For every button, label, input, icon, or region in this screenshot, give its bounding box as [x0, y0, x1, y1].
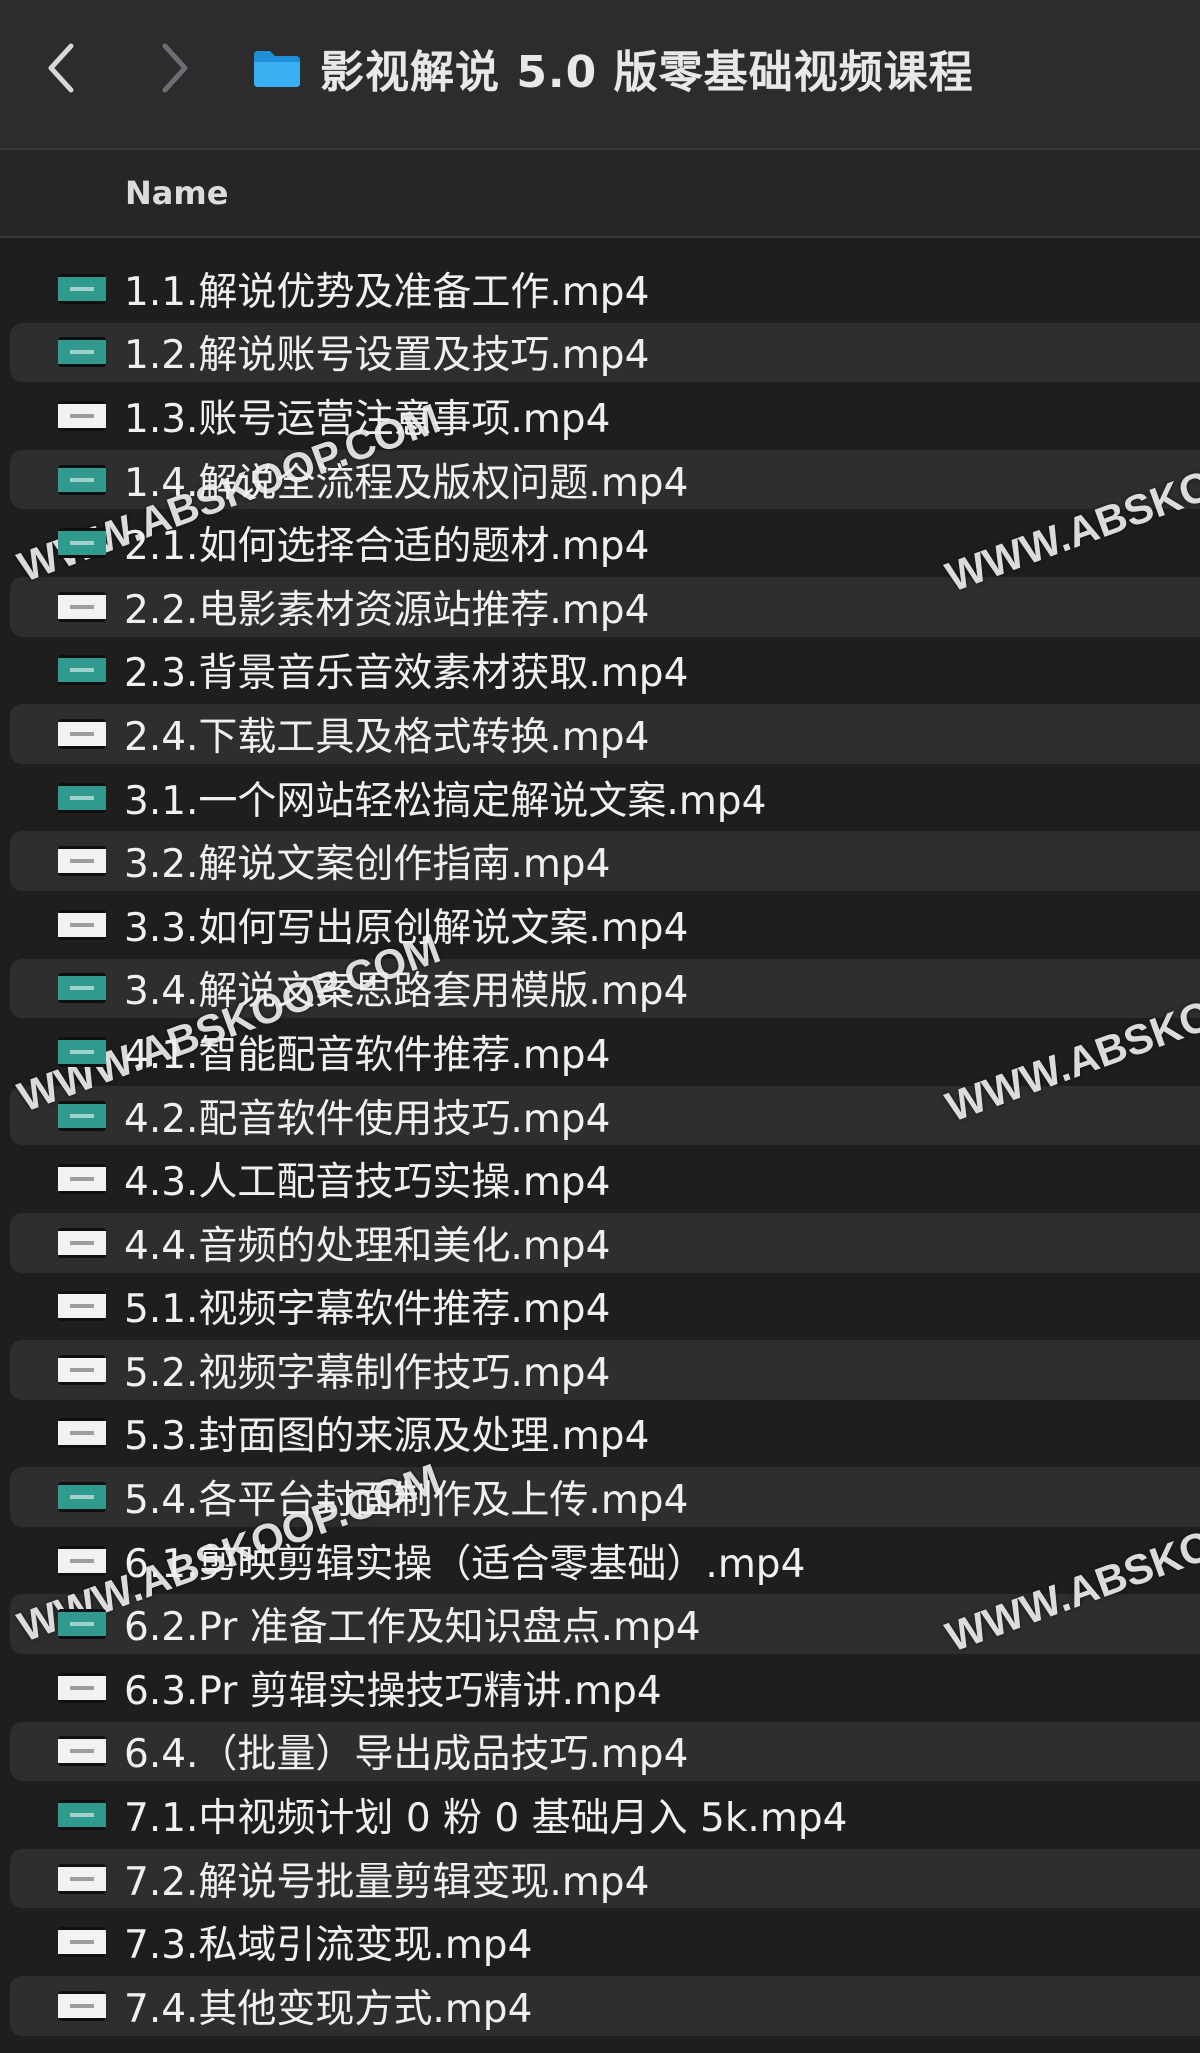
video-file-icon [58, 273, 106, 304]
file-row[interactable]: 3.2.解说文案创作指南.mp4 [0, 829, 1200, 893]
file-name: 1.3.账号运营注意事项.mp4 [124, 396, 611, 442]
file-name: 1.2.解说账号设置及技巧.mp4 [124, 333, 650, 379]
file-name: 5.2.视频字幕制作技巧.mp4 [124, 1350, 611, 1396]
file-name: 3.2.解说文案创作指南.mp4 [124, 842, 611, 888]
video-file-icon [58, 846, 106, 877]
file-row[interactable]: 6.1.剪映剪辑实操（适合零基础）.mp4 [0, 1529, 1200, 1593]
file-row[interactable]: 2.3.背景音乐音效素材获取.mp4 [0, 639, 1200, 703]
window-title: 影视解说 5.0 版零基础视频课程 [320, 47, 974, 98]
video-file-icon [58, 1990, 106, 2021]
file-row[interactable]: 7.2.解说号批量剪辑变现.mp4 [0, 1847, 1200, 1911]
video-file-icon [58, 528, 106, 559]
file-row[interactable]: 7.1.中视频计划 0 粉 0 基础月入 5k.mp4 [0, 1783, 1200, 1847]
file-row[interactable]: 5.1.视频字幕软件推荐.mp4 [0, 1275, 1200, 1339]
video-file-icon [58, 1609, 106, 1640]
file-name: 5.1.视频字幕软件推荐.mp4 [124, 1287, 611, 1333]
file-row[interactable]: 4.3.人工配音技巧实操.mp4 [0, 1147, 1200, 1211]
file-name: 7.4.其他变现方式.mp4 [124, 1986, 533, 2032]
file-name: 7.3.私域引流变现.mp4 [124, 1923, 533, 1969]
name-column-header[interactable]: Name [125, 150, 228, 236]
file-name: 4.2.配音软件使用技巧.mp4 [124, 1096, 611, 1142]
file-name: 2.1.如何选择合适的题材.mp4 [124, 524, 650, 570]
video-file-icon [58, 1418, 106, 1449]
file-name: 7.2.解说号批量剪辑变现.mp4 [124, 1859, 650, 1905]
file-row[interactable]: 6.3.Pr 剪辑实操技巧精讲.mp4 [0, 1656, 1200, 1720]
file-name: 5.3.封面图的来源及处理.mp4 [124, 1414, 650, 1460]
file-row[interactable]: 2.1.如何选择合适的题材.mp4 [0, 511, 1200, 575]
column-header: Name [0, 150, 1200, 238]
file-row[interactable]: 3.4.解说文案思路套用模版.mp4 [0, 957, 1200, 1021]
file-row[interactable]: 1.2.解说账号设置及技巧.mp4 [0, 321, 1200, 385]
window-toolbar: 影视解说 5.0 版零基础视频课程 [0, 0, 1200, 150]
file-row[interactable]: 6.4.（批量）导出成品技巧.mp4 [0, 1720, 1200, 1784]
chevron-right-icon [162, 43, 188, 93]
file-name: 3.1.一个网站轻松搞定解说文案.mp4 [124, 778, 767, 824]
file-row[interactable]: 4.4.音频的处理和美化.mp4 [0, 1211, 1200, 1275]
file-row[interactable]: 5.2.视频字幕制作技巧.mp4 [0, 1338, 1200, 1402]
video-file-icon [58, 909, 106, 940]
file-row[interactable]: 2.2.电影素材资源站推荐.mp4 [0, 575, 1200, 639]
back-button[interactable] [26, 28, 96, 108]
file-name: 1.1.解说优势及准备工作.mp4 [124, 269, 650, 315]
video-file-icon [58, 1736, 106, 1767]
file-name: 3.3.如何写出原创解说文案.mp4 [124, 905, 689, 951]
file-row[interactable]: 7.3.私域引流变现.mp4 [0, 1910, 1200, 1974]
file-row[interactable]: 2.4.下载工具及格式转换.mp4 [0, 702, 1200, 766]
file-row[interactable]: 4.1.智能配音软件推荐.mp4 [0, 1020, 1200, 1084]
forward-button[interactable] [140, 28, 210, 108]
file-name: 6.3.Pr 剪辑实操技巧精讲.mp4 [124, 1668, 662, 1714]
file-row[interactable]: 1.4.解说全流程及版权问题.mp4 [0, 448, 1200, 512]
file-name: 7.1.中视频计划 0 粉 0 基础月入 5k.mp4 [124, 1796, 848, 1842]
finder-window: 影视解说 5.0 版零基础视频课程 Name 1.1.解说优势及准备工作.mp4… [0, 0, 1200, 2053]
video-file-icon [58, 591, 106, 622]
video-file-icon [58, 973, 106, 1004]
video-file-icon [58, 1545, 106, 1576]
video-file-icon [58, 1927, 106, 1958]
video-file-icon [58, 464, 106, 495]
video-file-icon [58, 1800, 106, 1831]
file-name: 4.1.智能配音软件推荐.mp4 [124, 1032, 611, 1078]
file-row[interactable]: 4.2.配音软件使用技巧.mp4 [0, 1084, 1200, 1148]
file-list: 1.1.解说优势及准备工作.mp4 1.2.解说账号设置及技巧.mp4 1.3.账号… [0, 257, 1200, 2038]
video-file-icon [58, 1100, 106, 1131]
video-file-icon [58, 782, 106, 813]
video-file-icon [58, 1036, 106, 1067]
file-row[interactable]: 5.4.各平台封面制作及上传.mp4 [0, 1465, 1200, 1529]
file-name: 4.4.音频的处理和美化.mp4 [124, 1223, 611, 1269]
file-name: 1.4.解说全流程及版权问题.mp4 [124, 460, 689, 506]
chevron-left-icon [48, 43, 74, 93]
file-name: 5.4.各平台封面制作及上传.mp4 [124, 1478, 689, 1524]
video-file-icon [58, 1482, 106, 1513]
file-row[interactable]: 3.3.如何写出原创解说文案.mp4 [0, 893, 1200, 957]
window-title-group: 影视解说 5.0 版零基础视频课程 [252, 28, 974, 108]
file-row[interactable]: 5.3.封面图的来源及处理.mp4 [0, 1402, 1200, 1466]
file-name: 6.4.（批量）导出成品技巧.mp4 [124, 1732, 689, 1778]
file-row[interactable]: 6.2.Pr 准备工作及知识盘点.mp4 [0, 1592, 1200, 1656]
video-file-icon [58, 1672, 106, 1703]
file-name: 4.3.人工配音技巧实操.mp4 [124, 1160, 611, 1206]
video-file-icon [58, 1291, 106, 1322]
video-file-icon [58, 1164, 106, 1195]
video-file-icon [58, 718, 106, 749]
file-name: 2.2.电影素材资源站推荐.mp4 [124, 587, 650, 633]
video-file-icon [58, 1227, 106, 1258]
file-name: 6.1.剪映剪辑实操（适合零基础）.mp4 [124, 1541, 806, 1587]
file-row[interactable]: 3.1.一个网站轻松搞定解说文案.mp4 [0, 766, 1200, 830]
file-row[interactable]: 1.3.账号运营注意事项.mp4 [0, 384, 1200, 448]
video-file-icon [58, 337, 106, 368]
file-name: 2.3.背景音乐音效素材获取.mp4 [124, 651, 689, 697]
file-name: 2.4.下载工具及格式转换.mp4 [124, 714, 650, 760]
file-row[interactable]: 1.1.解说优势及准备工作.mp4 [0, 257, 1200, 321]
file-row[interactable]: 7.4.其他变现方式.mp4 [0, 1974, 1200, 2038]
video-file-icon [58, 400, 106, 431]
video-file-icon [58, 1354, 106, 1385]
file-name: 6.2.Pr 准备工作及知识盘点.mp4 [124, 1605, 701, 1651]
folder-icon [254, 51, 300, 87]
file-name: 3.4.解说文案思路套用模版.mp4 [124, 969, 689, 1015]
video-file-icon [58, 1863, 106, 1894]
video-file-icon [58, 655, 106, 686]
